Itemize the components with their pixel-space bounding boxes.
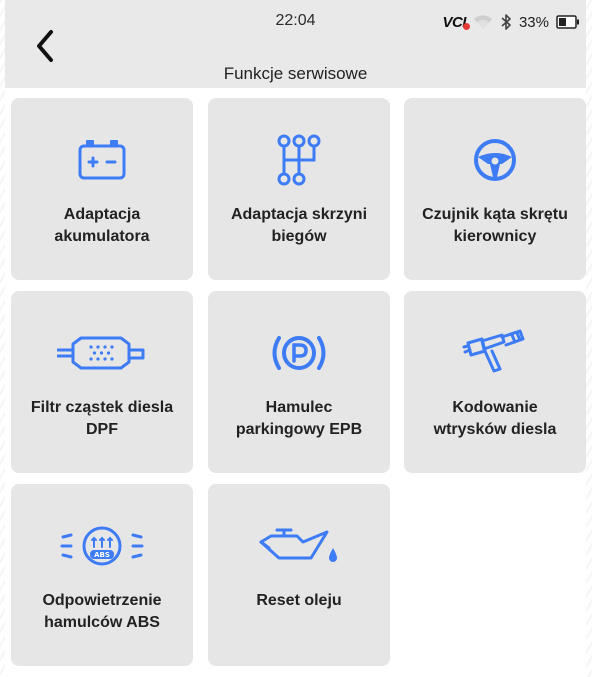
tile-label: Hamulec parkingowy EPB [235, 399, 363, 438]
vci-indicator: VCI [442, 14, 470, 31]
tile-label: Odpowietrzenie hamulców ABS [42, 592, 162, 631]
parking-brake-icon [272, 336, 326, 370]
battery-percent: 33% [518, 13, 549, 31]
gear-shift-icon [277, 134, 321, 186]
status-icons: VCI 33% [442, 11, 580, 33]
vci-connection-dot [462, 22, 470, 30]
tile-parking-brake-epb[interactable]: Hamulec parkingowy EPB [208, 291, 390, 473]
oil-can-icon [259, 528, 337, 562]
tile-label: Reset oleju [256, 592, 342, 609]
chevron-left-icon [37, 30, 53, 62]
abs-icon: ABS [60, 526, 144, 566]
dpf-filter-icon [57, 336, 145, 370]
tile-label: Kodowanie wtrysków diesla [433, 399, 557, 438]
steering-wheel-icon [474, 139, 516, 181]
tile-battery-adaptation[interactable]: Adaptacja akumulatora [11, 98, 193, 280]
app-screen: 22:04 VCI 33% Funkcje serwisowe Adaptacj… [5, 0, 586, 677]
header-bar: 22:04 VCI 33% Funkcje serwisowe [5, 0, 586, 88]
battery-icon [78, 140, 126, 180]
tile-abs-bleeding[interactable]: ABS Odpowietrzenie hamulców ABS [11, 484, 193, 666]
tile-dpf-filter[interactable]: Filtr cząstek diesla DPF [11, 291, 193, 473]
tile-injector-coding[interactable]: Kodowanie wtrysków diesla [404, 291, 586, 473]
injector-icon [462, 329, 525, 373]
tile-label: Adaptacja akumulatora [54, 206, 150, 245]
battery-icon [556, 15, 579, 29]
tile-label: Czujnik kąta skrętu kierownicy [422, 206, 568, 245]
tile-gearbox-adaptation[interactable]: Adaptacja skrzyni biegów [208, 98, 390, 280]
svg-text:ABS: ABS [94, 551, 110, 559]
page-title: Funkcje serwisowe [223, 64, 368, 83]
tile-label: Filtr cząstek diesla DPF [30, 399, 174, 438]
bluetooth-icon [501, 14, 511, 30]
tile-label: Adaptacja skrzyni biegów [230, 206, 368, 245]
tile-steering-angle-sensor[interactable]: Czujnik kąta skrętu kierownicy [404, 98, 586, 280]
tile-oil-reset[interactable]: Reset oleju [208, 484, 390, 666]
wifi-icon [473, 15, 492, 29]
